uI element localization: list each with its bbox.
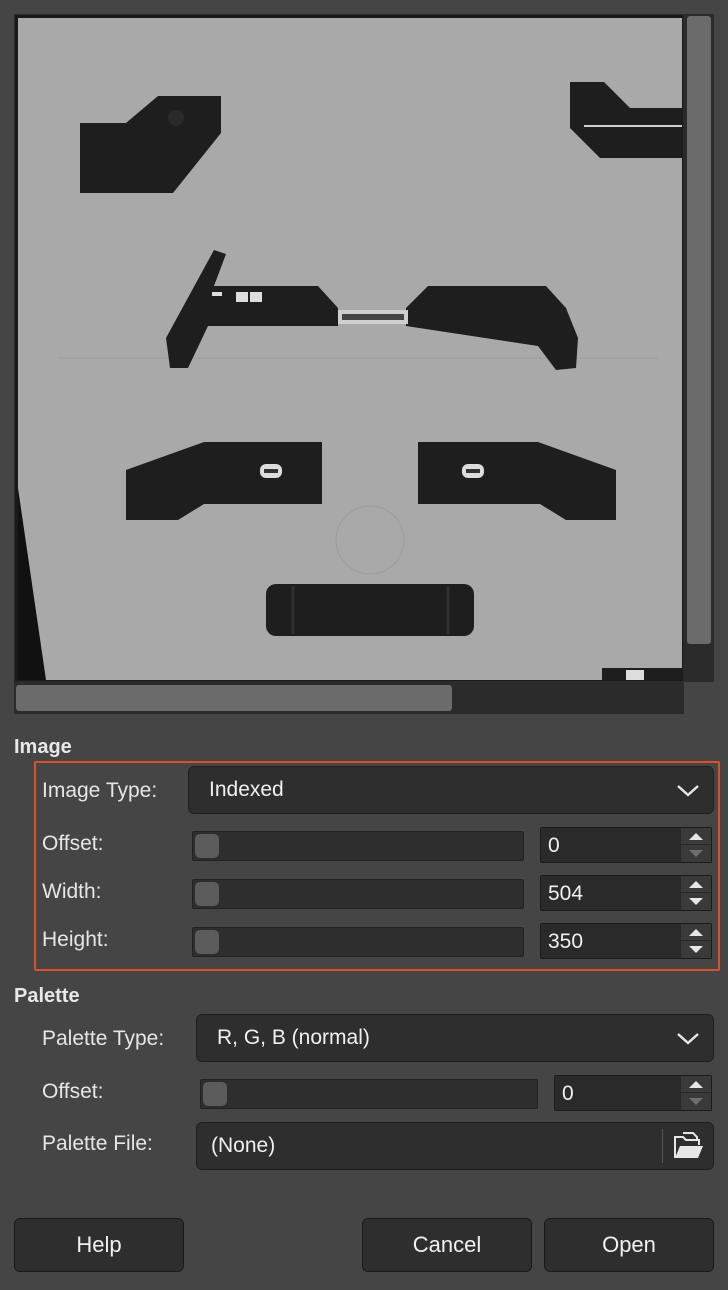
image-type-label: Image Type: [42, 779, 158, 802]
horizontal-scrollbar-thumb[interactable] [16, 685, 452, 711]
image-preview [14, 14, 684, 682]
arrow-up-icon [689, 929, 703, 936]
image-height-spinbox[interactable]: 350 [540, 923, 712, 959]
palette-offset-value: 0 [562, 1082, 574, 1105]
help-button[interactable]: Help [14, 1218, 184, 1272]
image-offset-increment[interactable] [681, 828, 711, 845]
chevron-down-icon [677, 785, 699, 797]
palette-section-title: Palette [14, 985, 80, 1007]
vertical-scrollbar[interactable] [684, 14, 714, 682]
palette-offset-slider-knob[interactable] [203, 1082, 227, 1106]
palette-offset-decrement[interactable] [681, 1093, 711, 1110]
divider [662, 1129, 663, 1163]
chevron-down-icon [677, 1033, 699, 1045]
arrow-down-icon [689, 1098, 703, 1105]
palette-type-value: R, G, B (normal) [217, 1026, 370, 1049]
image-offset-spinbox[interactable]: 0 [540, 827, 712, 863]
image-height-decrement[interactable] [681, 941, 711, 958]
palette-file-chooser[interactable]: (None) [196, 1122, 714, 1170]
image-width-slider[interactable] [192, 879, 524, 909]
open-button[interactable]: Open [544, 1218, 714, 1272]
image-width-decrement[interactable] [681, 893, 711, 910]
palette-type-select[interactable]: R, G, B (normal) [196, 1014, 714, 1062]
palette-offset-slider[interactable] [200, 1079, 538, 1109]
preview-image [18, 82, 682, 680]
image-offset-slider[interactable] [192, 831, 524, 861]
palette-file-value: (None) [211, 1134, 276, 1157]
image-offset-slider-knob[interactable] [195, 834, 219, 858]
palette-offset-spinbox[interactable]: 0 [554, 1075, 712, 1111]
arrow-down-icon [689, 850, 703, 857]
image-width-spinbox[interactable]: 504 [540, 875, 712, 911]
preview-canvas [18, 18, 682, 680]
open-file-icon [674, 1132, 703, 1158]
image-offset-decrement[interactable] [681, 845, 711, 862]
arrow-up-icon [689, 1081, 703, 1088]
arrow-up-icon [689, 833, 703, 840]
image-width-slider-knob[interactable] [195, 882, 219, 906]
arrow-down-icon [689, 946, 703, 953]
cancel-button[interactable]: Cancel [362, 1218, 532, 1272]
image-offset-value: 0 [548, 834, 560, 857]
image-height-slider-knob[interactable] [195, 930, 219, 954]
image-width-label: Width: [42, 880, 102, 903]
image-type-select[interactable]: Indexed [188, 766, 714, 814]
arrow-up-icon [689, 881, 703, 888]
image-type-value: Indexed [209, 778, 284, 801]
image-section-title: Image [14, 736, 72, 758]
vertical-scrollbar-thumb[interactable] [687, 16, 711, 644]
image-width-value: 504 [548, 882, 584, 905]
horizontal-scrollbar[interactable] [14, 682, 684, 714]
arrow-down-icon [689, 898, 703, 905]
image-height-increment[interactable] [681, 924, 711, 941]
image-offset-label: Offset: [42, 832, 104, 855]
palette-type-label: Palette Type: [42, 1027, 165, 1050]
palette-offset-label: Offset: [42, 1080, 104, 1103]
image-height-slider[interactable] [192, 927, 524, 957]
palette-file-label: Palette File: [42, 1132, 153, 1155]
palette-offset-increment[interactable] [681, 1076, 711, 1093]
image-width-increment[interactable] [681, 876, 711, 893]
image-height-value: 350 [548, 930, 584, 953]
image-height-label: Height: [42, 928, 109, 951]
